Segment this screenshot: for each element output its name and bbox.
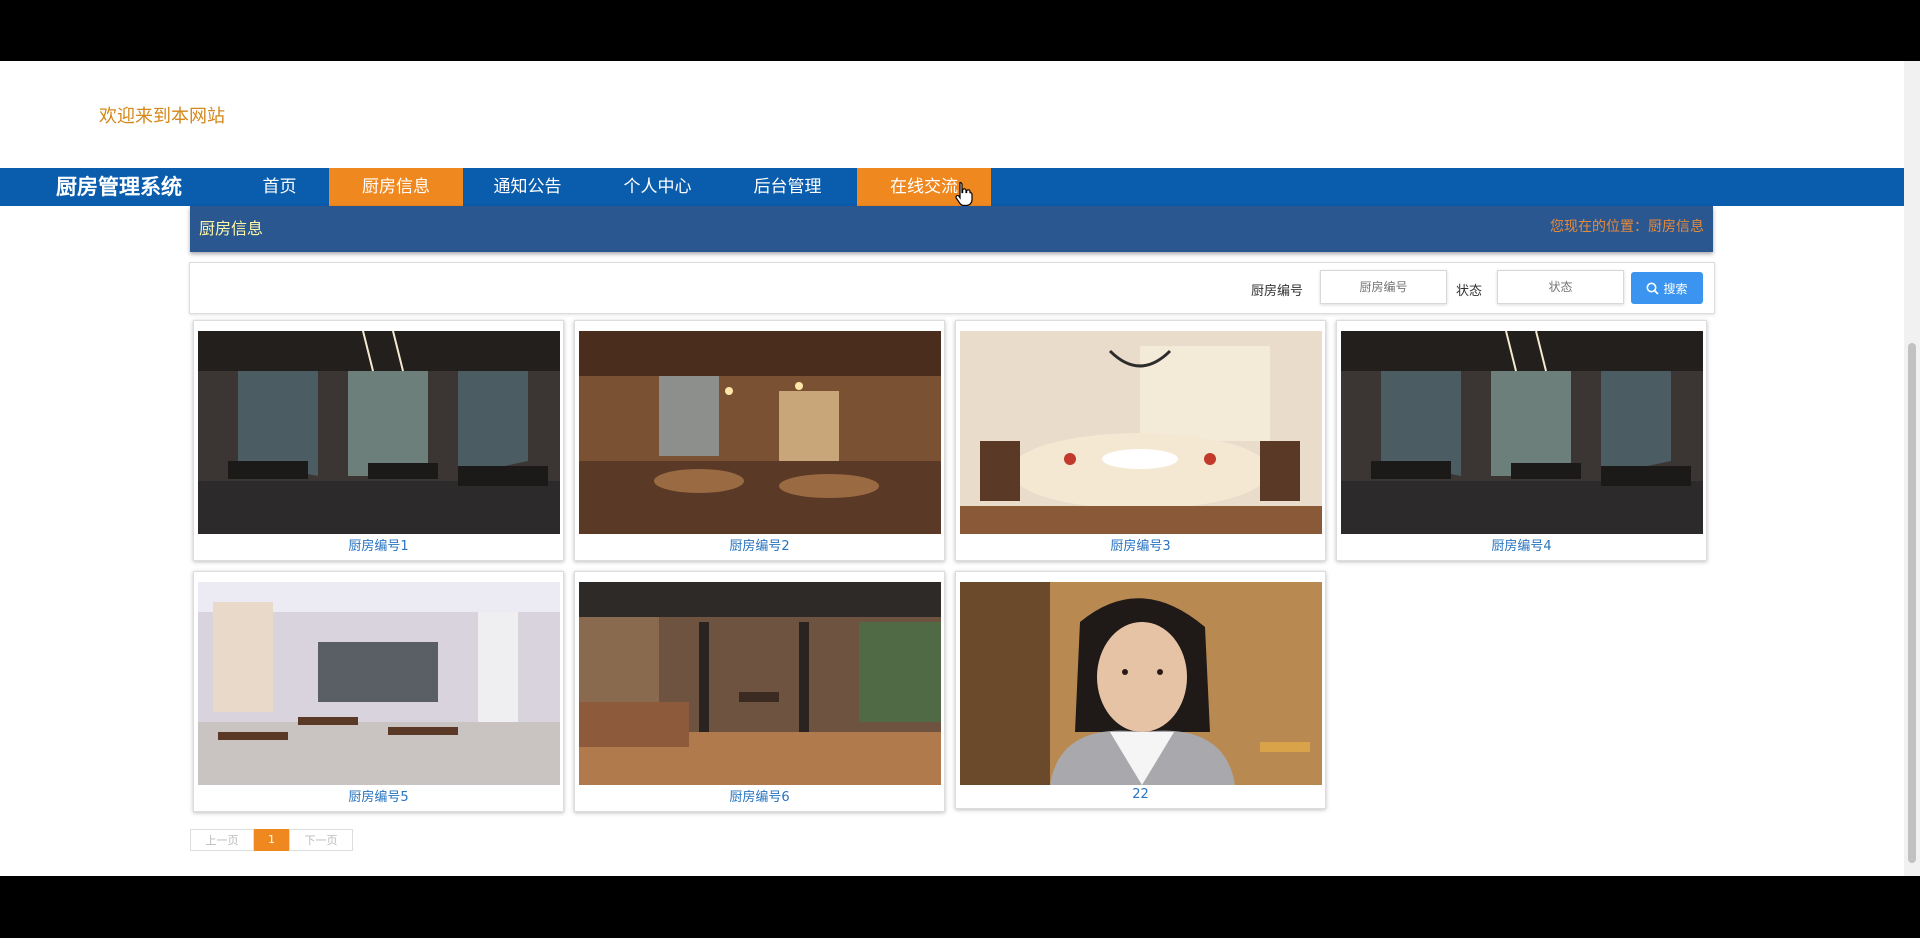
status-label: 状态 [1456,284,1483,299]
kitchen-card-3[interactable]: 厨房编号3 [955,320,1326,561]
kitchen-card-2[interactable]: 厨房编号2 [574,320,945,561]
kitchen-no-input[interactable] [1320,270,1447,304]
hand-cursor-icon [955,181,973,207]
kitchen-card-1[interactable]: 厨房编号1 [193,320,564,561]
kitchen-no-label: 厨房编号 [1251,284,1304,299]
search-button[interactable]: 搜索 [1631,272,1703,304]
search-button-label: 搜索 [1663,281,1688,296]
status-input[interactable] [1497,270,1624,304]
top-navbar: 厨房管理系统 首页 厨房信息 通知公告 个人中心 后台管理 在线交流 [0,168,1904,206]
welcome-text: 欢迎来到本网站 [99,106,225,127]
next-page-button[interactable]: 下一页 [289,829,353,851]
page-1-button[interactable]: 1 [254,829,289,851]
restaurant-photo[interactable] [1341,331,1703,534]
search-icon [1646,282,1660,295]
breadcrumb-bar: 厨房信息 您现在的位置：厨房信息 [190,206,1713,252]
search-bar: 厨房编号 状态 搜索 [189,262,1715,314]
vertical-scrollbar[interactable] [1904,61,1920,876]
kitchen-card-caption[interactable]: 22 [956,787,1325,802]
restaurant-photo[interactable] [960,331,1322,534]
kitchen-card-7[interactable]: 22 [955,571,1326,809]
kitchen-card-5[interactable]: 厨房编号5 [193,571,564,812]
kitchen-card-caption[interactable]: 厨房编号1 [194,535,563,554]
kitchen-card-caption[interactable]: 厨房编号5 [194,786,563,805]
nav-admin[interactable]: 后台管理 [735,168,840,206]
kitchen-card-caption[interactable]: 厨房编号3 [956,535,1325,554]
scrollbar-thumb[interactable] [1908,343,1916,863]
restaurant-photo[interactable] [198,331,560,534]
restaurant-photo[interactable] [579,331,941,534]
kitchen-card-caption[interactable]: 厨房编号2 [575,535,944,554]
site-brand[interactable]: 厨房管理系统 [56,168,182,206]
kitchen-card-6[interactable]: 厨房编号6 [574,571,945,812]
restaurant-photo[interactable] [579,582,941,785]
kitchen-card-caption[interactable]: 厨房编号4 [1337,535,1706,554]
kitchen-card-4[interactable]: 厨房编号4 [1336,320,1707,561]
browser-viewport: 欢迎来到本网站 厨房管理系统 首页 厨房信息 通知公告 个人中心 后台管理 在线… [0,61,1920,876]
nav-home[interactable]: 首页 [237,168,322,206]
nav-personal-center[interactable]: 个人中心 [605,168,710,206]
prev-page-button[interactable]: 上一页 [190,829,254,851]
nav-notices[interactable]: 通知公告 [475,168,580,206]
breadcrumb-location: 您现在的位置：厨房信息 [1550,219,1704,235]
breadcrumb-title: 厨房信息 [199,219,264,238]
nav-kitchen-info[interactable]: 厨房信息 [329,168,463,206]
portrait-photo[interactable] [960,582,1322,785]
restaurant-photo[interactable] [198,582,560,785]
kitchen-card-caption[interactable]: 厨房编号6 [575,786,944,805]
